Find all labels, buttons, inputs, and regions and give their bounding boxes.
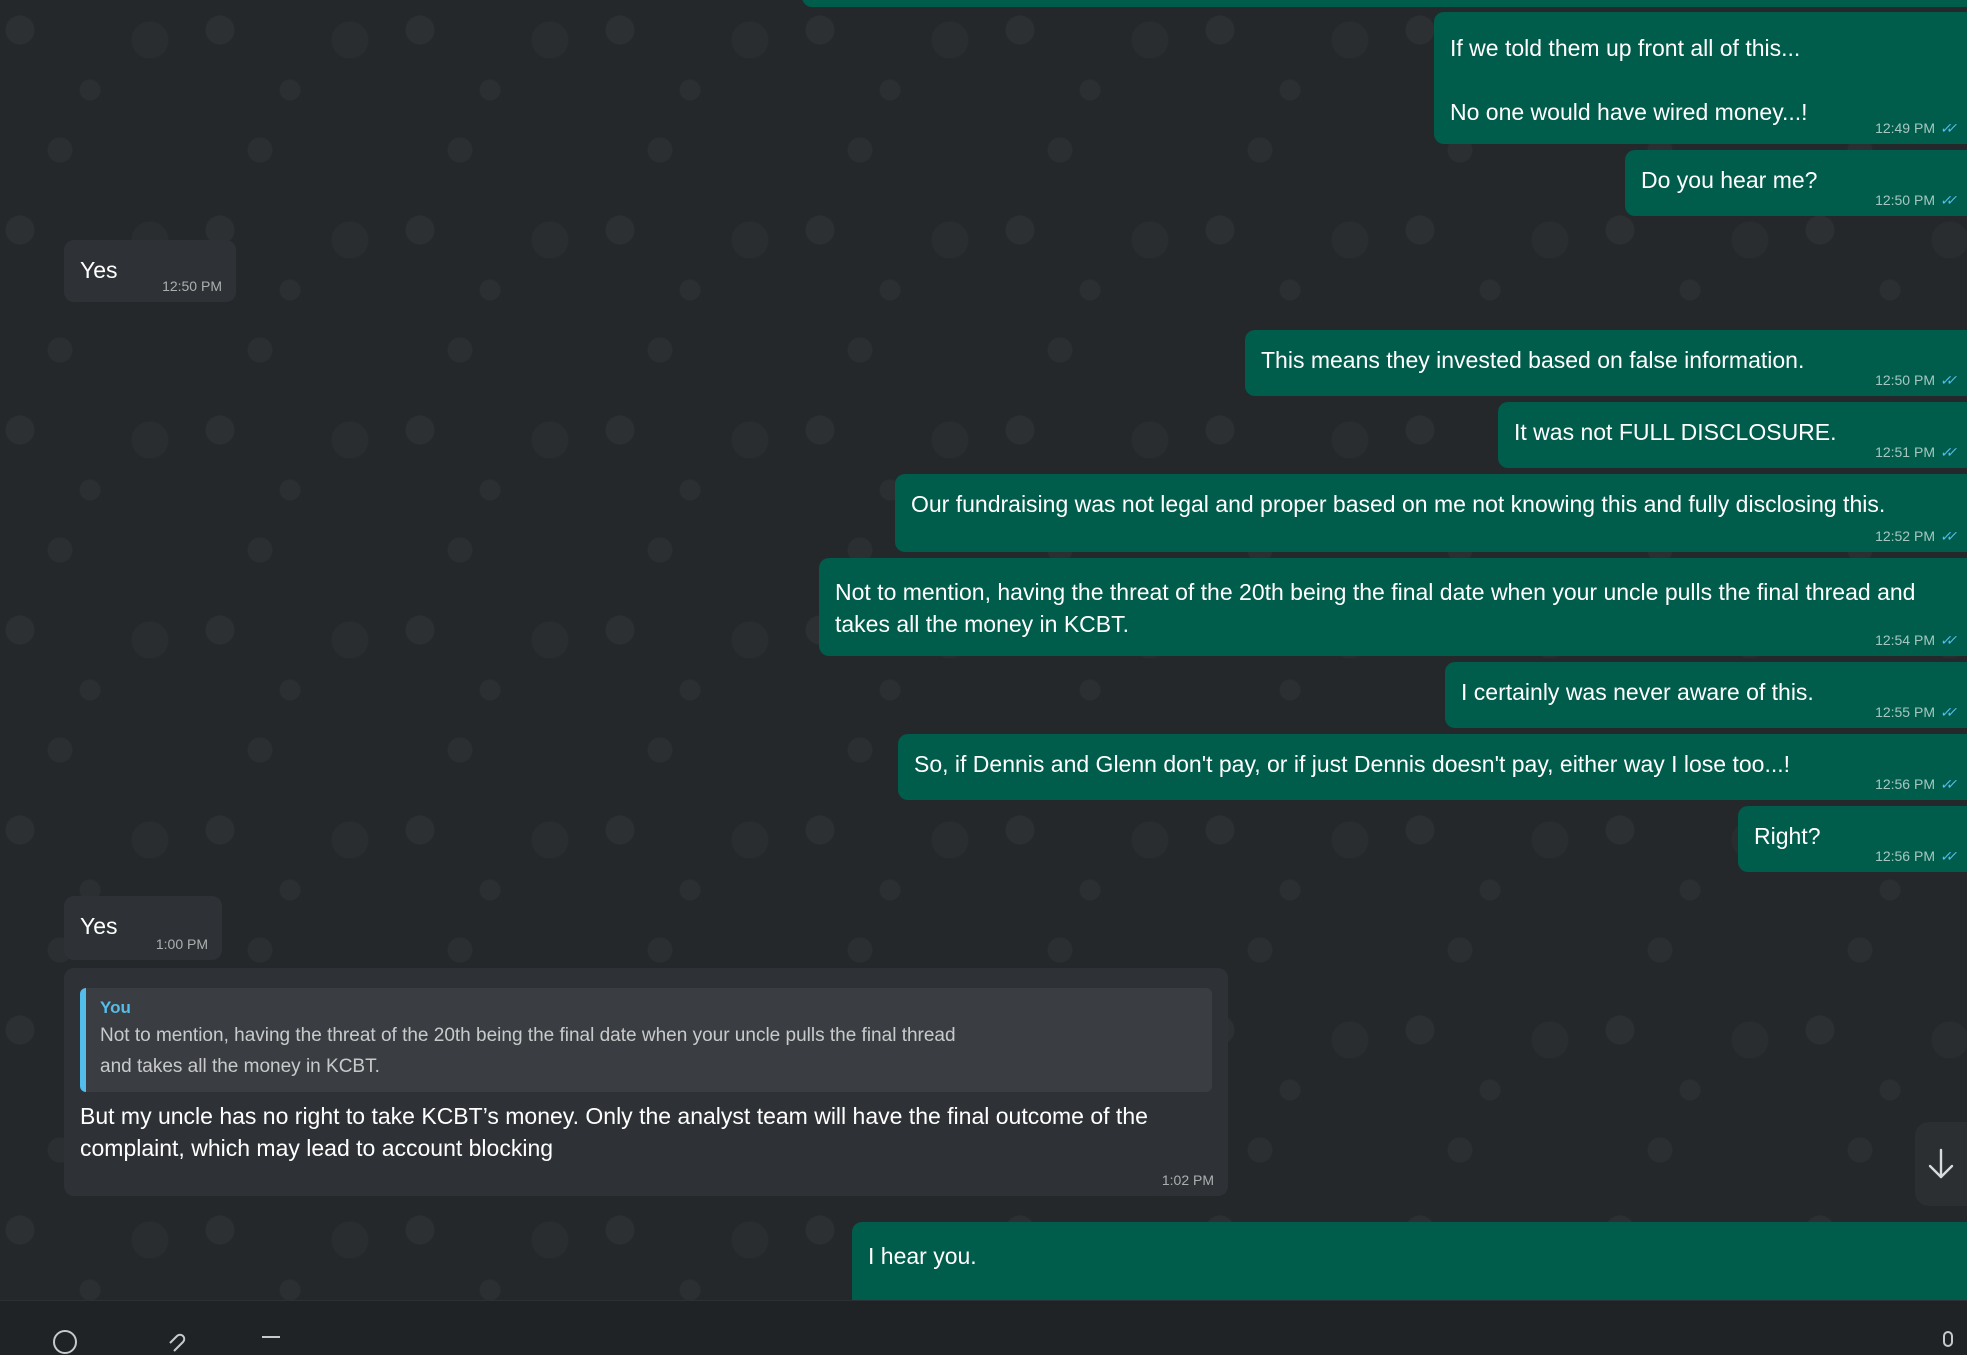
double-check-icon: ✓✓ [1939, 632, 1955, 648]
message-meta: 12:50 PM [162, 278, 222, 294]
message-time: 12:51 PM [1875, 444, 1935, 460]
message-text: Our fundraising was not legal and proper… [911, 491, 1886, 517]
message-time: 12:50 PM [1875, 372, 1935, 388]
message-time: 12:56 PM [1875, 776, 1935, 792]
chat-panel[interactable]: If we told them up front all of this... … [0, 0, 1967, 1300]
message-time: 12:50 PM [162, 278, 222, 294]
message-meta: 12:55 PM ✓✓ [1875, 704, 1957, 720]
message-time: 12:56 PM [1875, 848, 1935, 864]
double-check-icon: ✓✓ [1939, 528, 1955, 544]
message-time: 12:54 PM [1875, 632, 1935, 648]
double-check-icon: ✓✓ [1939, 848, 1955, 864]
double-check-icon: ✓✓ [1939, 120, 1955, 136]
message-time: 12:50 PM [1875, 192, 1935, 208]
message-bubble-outgoing[interactable]: Do you hear me? 12:50 PM ✓✓ [1625, 150, 1967, 216]
double-check-icon: ✓✓ [1939, 776, 1955, 792]
double-check-icon: ✓✓ [1939, 444, 1955, 460]
message-bubble-outgoing[interactable]: I hear you. [852, 1222, 1967, 1300]
message-time: 12:49 PM [1875, 120, 1935, 136]
message-meta: 12:50 PM ✓✓ [1875, 372, 1957, 388]
message-time: 1:00 PM [155, 936, 208, 952]
message-text: I hear you. [868, 1243, 977, 1269]
message-text: So, if Dennis and Glenn don't pay, or if… [914, 751, 1791, 777]
scroll-down-button[interactable] [1915, 1122, 1967, 1206]
message-bubble-incoming-reply[interactable]: You Not to mention, having the threat of… [64, 968, 1228, 1196]
message-meta: 12:54 PM ✓✓ [1875, 632, 1957, 648]
message-meta: 12:56 PM ✓✓ [1875, 776, 1957, 792]
double-check-icon: ✓✓ [1939, 192, 1955, 208]
message-time: 12:55 PM [1875, 704, 1935, 720]
message-meta: 1:02 PM [1162, 1172, 1214, 1188]
quoted-author: You [100, 998, 131, 1017]
attach-icon[interactable] [162, 1329, 188, 1355]
composer-bar [0, 1300, 1967, 1354]
message-text: If we told them up front all of this... … [1450, 35, 1808, 125]
message-text: This means they invested based on false … [1261, 347, 1805, 373]
message-meta: 12:51 PM ✓✓ [1875, 444, 1957, 460]
message-meta: 12:52 PM ✓✓ [1875, 528, 1957, 544]
message-time: 1:02 PM [1161, 1172, 1214, 1188]
message-meta: 12:56 PM ✓✓ [1875, 848, 1957, 864]
message-bubble-incoming[interactable]: Yes 12:50 PM [64, 240, 236, 302]
message-bubble-outgoing[interactable]: I certainly was never aware of this. 12:… [1445, 662, 1967, 728]
message-time: 12:52 PM [1875, 528, 1935, 544]
message-bubble-incoming[interactable]: Yes 1:00 PM [64, 896, 222, 960]
emoji-icon[interactable] [52, 1329, 78, 1355]
quoted-message[interactable]: You Not to mention, having the threat of… [80, 988, 1212, 1092]
message-meta: 12:50 PM ✓✓ [1875, 192, 1957, 208]
message-bubble-outgoing[interactable]: Our fundraising was not legal and proper… [895, 474, 1967, 552]
mic-icon[interactable] [1935, 1329, 1961, 1355]
arrow-down-icon [1928, 1148, 1954, 1179]
message-bubble-outgoing[interactable]: If we told them up front all of this... … [1434, 12, 1967, 144]
double-check-icon: ✓✓ [1939, 704, 1955, 720]
message-text: But my uncle has no right to take KCBT’s… [80, 1103, 1155, 1161]
message-text: Right? [1754, 823, 1821, 849]
message-meta: 12:49 PM ✓✓ [1875, 120, 1957, 136]
message-text: I certainly was never aware of this. [1461, 679, 1814, 705]
message-bubble-outgoing[interactable]: Right? 12:56 PM ✓✓ [1738, 806, 1967, 872]
message-bubble-outgoing-previous[interactable] [802, 0, 1967, 7]
message-text: It was not FULL DISCLOSURE. [1514, 419, 1837, 445]
message-bubble-outgoing[interactable]: It was not FULL DISCLOSURE. 12:51 PM ✓✓ [1498, 402, 1967, 468]
message-text: Not to mention, having the threat of the… [835, 579, 1922, 637]
message-bubble-outgoing[interactable]: Not to mention, having the threat of the… [819, 558, 1967, 656]
double-check-icon: ✓✓ [1939, 372, 1955, 388]
menu-icon[interactable] [258, 1329, 284, 1355]
message-bubble-outgoing[interactable]: This means they invested based on false … [1245, 330, 1967, 396]
message-text: Do you hear me? [1641, 167, 1818, 193]
message-meta: 1:00 PM [156, 936, 208, 952]
quoted-text: Not to mention, having the threat of the… [100, 1025, 956, 1077]
message-bubble-outgoing[interactable]: So, if Dennis and Glenn don't pay, or if… [898, 734, 1967, 800]
